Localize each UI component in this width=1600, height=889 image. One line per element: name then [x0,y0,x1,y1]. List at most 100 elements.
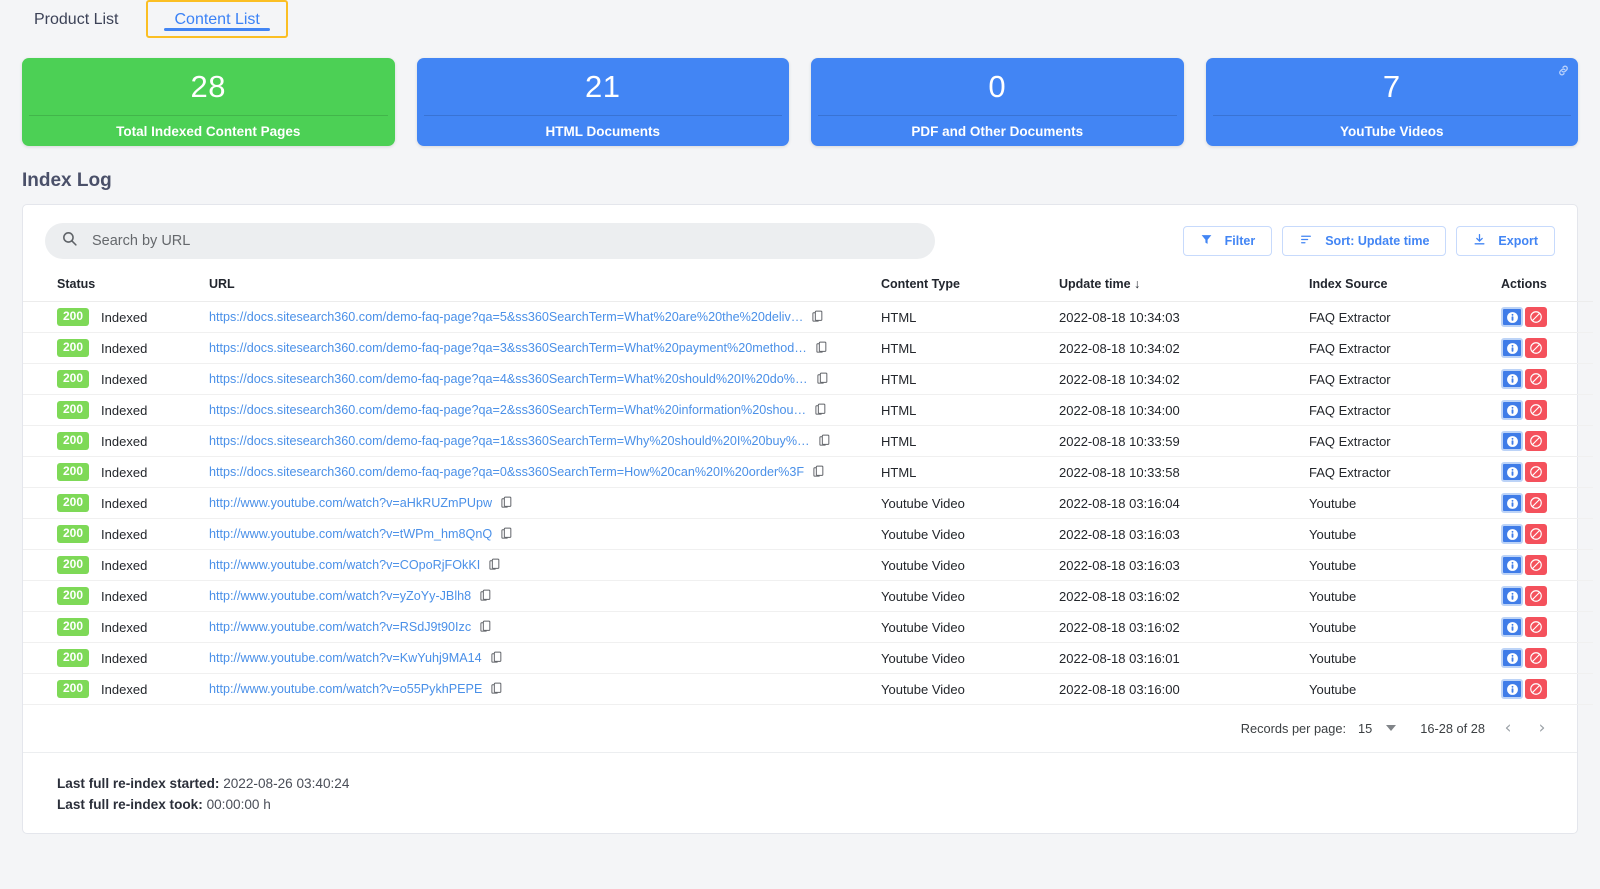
copy-icon[interactable] [488,557,501,574]
url-link[interactable]: http://www.youtube.com/watch?v=o55PykhPE… [209,682,482,696]
column-header-url[interactable]: URL [209,271,881,302]
info-button[interactable] [1501,462,1523,482]
block-url-button[interactable] [1525,369,1547,389]
filter-button-label: Filter [1224,234,1256,248]
tab-product-list-label: Product List [34,11,119,28]
cell-update-time: 2022-08-18 03:16:04 [1059,487,1309,519]
block-url-button[interactable] [1525,462,1547,482]
block-url-button[interactable] [1525,400,1547,420]
table-row: 200 Indexed https://docs.sitesearch360.com… [23,332,1593,364]
info-button[interactable] [1501,431,1523,451]
url-link[interactable]: https://docs.sitesearch360.com/demo-faq-… [209,310,803,324]
info-button[interactable] [1501,338,1523,358]
table-header: Status URL Content Type Update time ↓ In… [23,271,1593,302]
reindex-took-row: Last full re-index took: 00:00:00 h [57,794,1577,815]
table-row: 200 Indexed https://docs.sitesearch360.com… [23,363,1593,395]
column-header-update-time[interactable]: Update time ↓ [1059,271,1309,302]
copy-icon[interactable] [479,588,492,605]
block-url-button[interactable] [1525,524,1547,544]
copy-icon[interactable] [818,433,831,450]
copy-icon[interactable] [815,340,828,357]
filter-button[interactable]: Filter [1182,226,1273,256]
info-button[interactable] [1501,369,1523,389]
cell-actions [1501,518,1593,550]
cell-status: 200 Indexed [23,549,209,581]
stat-card-youtube-videos[interactable]: 7 YouTube Videos [1205,58,1578,146]
info-button[interactable] [1501,679,1523,699]
block-url-button[interactable] [1525,617,1547,637]
tab-product-list[interactable]: Product List [22,0,130,38]
table-row: 200 Indexed http://www.youtube.com/watch?v… [23,642,1593,674]
stat-card-total-indexed[interactable]: 28 Total Indexed Content Pages [22,58,395,146]
link-icon[interactable] [1557,64,1570,82]
stat-card-youtube-videos-value: 7 [1382,68,1401,104]
url-link[interactable]: http://www.youtube.com/watch?v=yZoYy-JBl… [209,589,471,603]
column-header-status[interactable]: Status [23,271,209,302]
tab-content-list[interactable]: Content List [146,0,288,38]
copy-icon[interactable] [814,402,827,419]
info-button[interactable] [1501,307,1523,327]
block-url-button[interactable] [1525,338,1547,358]
stat-card-total-indexed-value: 28 [190,68,226,104]
copy-icon[interactable] [811,309,824,326]
search-input[interactable] [90,232,919,250]
block-url-button[interactable] [1525,555,1547,575]
copy-icon[interactable] [479,619,492,636]
copy-icon[interactable] [500,526,513,543]
previous-page-button[interactable]: ‹ [1497,717,1519,739]
url-link[interactable]: http://www.youtube.com/watch?v=RSdJ9t90I… [209,620,471,634]
copy-icon[interactable] [500,495,513,512]
column-header-update-time-label: Update time [1059,277,1131,291]
copy-icon[interactable] [812,464,825,481]
url-link[interactable]: http://www.youtube.com/watch?v=COpoRjFOk… [209,558,480,572]
stat-card-html-documents[interactable]: 21 HTML Documents [416,58,789,146]
url-link[interactable]: https://docs.sitesearch360.com/demo-faq-… [209,341,807,355]
cell-content-type: Youtube Video [881,673,1059,705]
cell-update-time: 2022-08-18 03:16:01 [1059,642,1309,674]
block-url-button[interactable] [1525,431,1547,451]
column-header-content-type[interactable]: Content Type [881,271,1059,302]
cell-update-time: 2022-08-18 10:33:58 [1059,456,1309,488]
url-link[interactable]: https://docs.sitesearch360.com/demo-faq-… [209,372,808,386]
cell-content-type: HTML [881,394,1059,426]
url-link[interactable]: https://docs.sitesearch360.com/demo-faq-… [209,465,804,479]
info-button[interactable] [1501,524,1523,544]
search-icon [61,230,78,252]
info-button[interactable] [1501,400,1523,420]
info-button[interactable] [1501,586,1523,606]
copy-icon[interactable] [490,681,503,698]
block-url-button[interactable] [1525,648,1547,668]
url-link[interactable]: http://www.youtube.com/watch?v=KwYuhj9MA… [209,651,482,665]
cell-update-time: 2022-08-18 03:16:03 [1059,518,1309,550]
page-title: Index Log [22,170,112,191]
sort-button[interactable]: Sort: Update time [1282,226,1447,256]
info-button[interactable] [1501,555,1523,575]
block-url-button[interactable] [1525,679,1547,699]
block-url-button[interactable] [1525,493,1547,513]
cell-update-time: 2022-08-18 03:16:02 [1059,580,1309,612]
copy-icon[interactable] [490,650,503,667]
info-button[interactable] [1501,493,1523,513]
column-header-index-source[interactable]: Index Source [1309,271,1501,302]
cell-update-time: 2022-08-18 10:34:03 [1059,301,1309,333]
info-button[interactable] [1501,648,1523,668]
block-url-button[interactable] [1525,307,1547,327]
copy-icon[interactable] [816,371,829,388]
stat-card-pdf-other-documents[interactable]: 0 PDF and Other Documents [811,58,1184,146]
url-link[interactable]: https://docs.sitesearch360.com/demo-faq-… [209,434,810,448]
reindex-started-value: 2022-08-26 03:40:24 [223,776,350,791]
export-button[interactable]: Export [1456,226,1555,256]
url-link[interactable]: http://www.youtube.com/watch?v=tWPm_hm8Q… [209,527,492,541]
block-url-button[interactable] [1525,586,1547,606]
cell-status: 200 Indexed [23,673,209,705]
info-button[interactable] [1501,617,1523,637]
url-link[interactable]: https://docs.sitesearch360.com/demo-faq-… [209,403,806,417]
next-page-button[interactable]: › [1531,717,1553,739]
url-link[interactable]: http://www.youtube.com/watch?v=aHkRUZmPU… [209,496,492,510]
reindex-took-label: Last full re-index took: [57,797,203,812]
cell-index-source: FAQ Extractor [1309,456,1501,488]
cell-url: http://www.youtube.com/watch?v=KwYuhj9MA… [209,642,881,674]
records-per-page-select[interactable]: 15 [1358,721,1397,736]
search-box[interactable] [45,223,935,259]
cell-actions [1501,642,1593,674]
